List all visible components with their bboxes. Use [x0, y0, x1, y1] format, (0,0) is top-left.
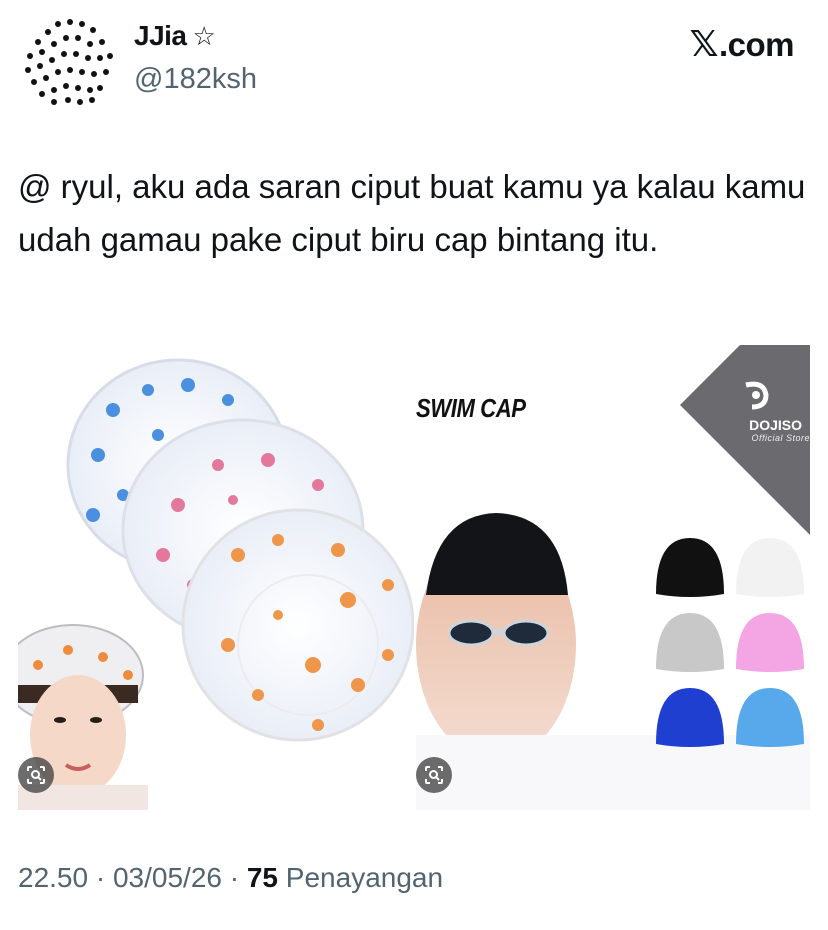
swim-cap-swatch	[736, 538, 804, 597]
views-label: Penayangan	[285, 862, 444, 893]
display-name[interactable]: JJia	[134, 20, 187, 52]
tweet-meta: 22.50 · 03/05/26 · 75 Penayangan	[18, 862, 443, 894]
views-count: 75	[246, 862, 279, 893]
swim-cap-swatch	[736, 688, 804, 747]
visual-search-icon	[27, 766, 45, 784]
swim-cap-swatch	[656, 538, 724, 597]
tweet-text: @ ryul, aku ada saran ciput buat kamu ya…	[18, 168, 806, 258]
meta-separator: ·	[95, 862, 113, 893]
star-outline-icon: ☆	[192, 21, 216, 51]
x-com-brand: 𝕏 .com	[689, 24, 794, 65]
tweet-date[interactable]: 03/05/26	[113, 862, 222, 893]
visual-search-icon	[425, 766, 443, 784]
swim-cap-swatch	[656, 613, 724, 672]
swim-cap-title: SWIM CAP	[416, 393, 526, 423]
swim-cap-swatch	[656, 688, 724, 747]
meta-separator: ·	[229, 862, 247, 893]
swim-cap-color-swatches	[656, 538, 804, 747]
tweet-time[interactable]: 22.50	[18, 862, 88, 893]
visual-search-button[interactable]	[416, 757, 452, 793]
avatar[interactable]	[18, 12, 118, 112]
media-image-swim-cap[interactable]: SWIM CAP DOJISO Official Store	[416, 345, 810, 810]
visual-search-button[interactable]	[18, 757, 54, 793]
media-image-shower-caps[interactable]	[18, 345, 414, 810]
shower-caps-illustration	[18, 358, 414, 810]
avatar-dots-pattern	[25, 19, 113, 105]
dojiso-brand-name: DOJISO	[749, 417, 802, 433]
brand-suffix: .com	[718, 25, 795, 63]
swim-cap-swatch	[736, 613, 804, 672]
dojiso-logo-icon	[745, 381, 769, 410]
display-name-row[interactable]: JJia ☆	[134, 20, 216, 52]
x-logo-icon: 𝕏	[689, 24, 718, 65]
user-handle[interactable]: @182ksh	[134, 63, 257, 96]
dojiso-brand-sub: Official Store	[751, 433, 810, 443]
